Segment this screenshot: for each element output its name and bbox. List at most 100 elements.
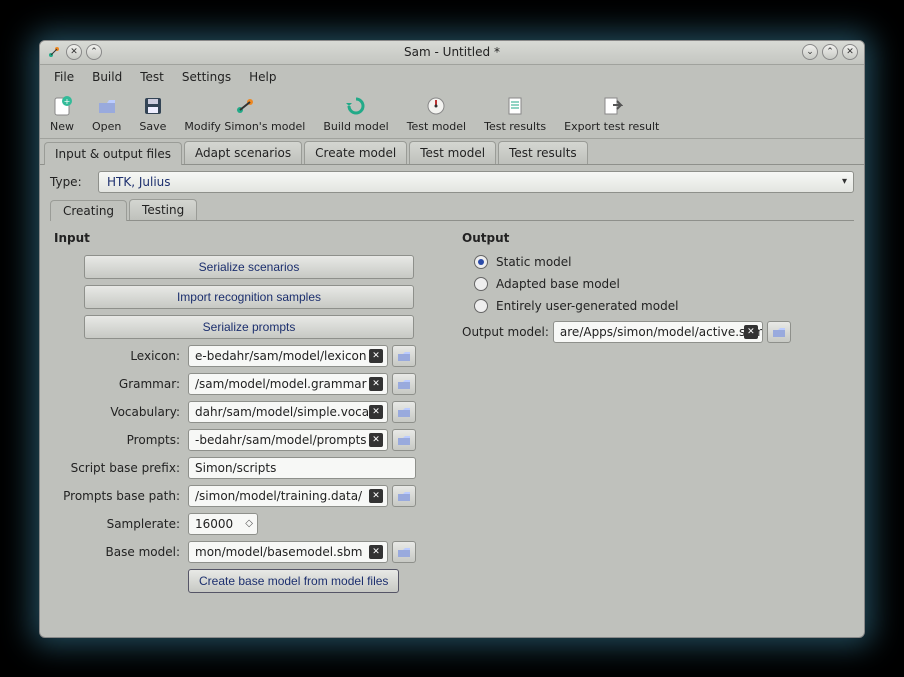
samplerate-spin[interactable]: 16000 — [188, 513, 258, 535]
toolbar-build[interactable]: Build model — [319, 92, 392, 135]
samplerate-label: Samplerate: — [54, 517, 184, 531]
toolbar-new-label: New — [50, 120, 74, 133]
radio-usergen-model[interactable] — [474, 299, 488, 313]
grammar-input[interactable]: /sam/model/model.grammar ✕ — [188, 373, 388, 395]
menu-settings[interactable]: Settings — [174, 67, 239, 87]
import-samples-button[interactable]: Import recognition samples — [84, 285, 414, 309]
titlebar: ✕ ⌃ Sam - Untitled * ⌄ ⌃ ✕ — [40, 41, 864, 65]
save-icon — [141, 94, 165, 118]
toolbar-testmodel[interactable]: Test model — [403, 92, 470, 135]
basemodel-value: mon/model/basemodel.sbm — [195, 545, 362, 559]
subtab-strip: Creating Testing — [50, 199, 854, 221]
output-model-input[interactable]: are/Apps/simon/model/active.sbm ✕ — [553, 321, 763, 343]
grammar-clear-icon[interactable]: ✕ — [369, 377, 383, 391]
lexicon-input[interactable]: e-bedahr/sam/model/lexicon ✕ — [188, 345, 388, 367]
toolbar-modify[interactable]: Modify Simon's model — [180, 92, 309, 135]
serialize-scenarios-button[interactable]: Serialize scenarios — [84, 255, 414, 279]
basemodel-input[interactable]: mon/model/basemodel.sbm ✕ — [188, 541, 388, 563]
prompts-base-browse-button[interactable] — [392, 485, 416, 507]
prompts-base-label: Prompts base path: — [54, 489, 184, 503]
vocabulary-clear-icon[interactable]: ✕ — [369, 405, 383, 419]
folder-icon — [397, 350, 411, 362]
toolbar-export-label: Export test result — [564, 120, 659, 133]
prompts-browse-button[interactable] — [392, 429, 416, 451]
subtab-creating[interactable]: Creating — [50, 200, 127, 221]
prompts-value: -bedahr/sam/model/prompts — [195, 433, 367, 447]
basemodel-clear-icon[interactable]: ✕ — [369, 545, 383, 559]
output-column: Output Static model Adapted base model E… — [462, 231, 850, 599]
script-prefix-input[interactable]: Simon/scripts — [188, 457, 416, 479]
folder-icon — [397, 378, 411, 390]
prompts-clear-icon[interactable]: ✕ — [369, 433, 383, 447]
type-combo[interactable]: HTK, Julius — [98, 171, 854, 193]
window-up-button[interactable]: ⌃ — [86, 44, 102, 60]
prompts-base-input[interactable]: /simon/model/training.data/ ✕ — [188, 485, 388, 507]
output-model-label: Output model: — [462, 325, 549, 339]
subtab-testing[interactable]: Testing — [129, 199, 197, 220]
basemodel-browse-button[interactable] — [392, 541, 416, 563]
input-column: Input Serialize scenarios Import recogni… — [54, 231, 442, 599]
main-window: ✕ ⌃ Sam - Untitled * ⌄ ⌃ ✕ File Build Te… — [39, 40, 865, 638]
tab-io-files[interactable]: Input & output files — [44, 142, 182, 165]
tab-test-results[interactable]: Test results — [498, 141, 588, 164]
prompts-label: Prompts: — [54, 433, 184, 447]
toolbar-build-label: Build model — [323, 120, 388, 133]
vocabulary-browse-button[interactable] — [392, 401, 416, 423]
folder-icon — [397, 434, 411, 446]
prompts-base-value: /simon/model/training.data/ — [195, 489, 362, 503]
create-base-model-button[interactable]: Create base model from model files — [188, 569, 399, 593]
window-menu-button[interactable]: ✕ — [66, 44, 82, 60]
toolbar-modify-label: Modify Simon's model — [184, 120, 305, 133]
main-tab-strip: Input & output files Adapt scenarios Cre… — [40, 139, 864, 165]
output-model-clear-icon[interactable]: ✕ — [744, 325, 758, 339]
modify-icon — [233, 94, 257, 118]
toolbar: + New Open Save Modify Simon's model Bui… — [40, 89, 864, 139]
folder-icon — [772, 326, 786, 338]
prompts-input[interactable]: -bedahr/sam/model/prompts ✕ — [188, 429, 388, 451]
vocabulary-value: dahr/sam/model/simple.voca — [195, 405, 369, 419]
menu-file[interactable]: File — [46, 67, 82, 87]
toolbar-testresults[interactable]: Test results — [480, 92, 550, 135]
tab-test-model[interactable]: Test model — [409, 141, 496, 164]
script-prefix-label: Script base prefix: — [54, 461, 184, 475]
lexicon-value: e-bedahr/sam/model/lexicon — [195, 349, 367, 363]
radio-adapted-label: Adapted base model — [496, 277, 620, 291]
content-area: Type: HTK, Julius Creating Testing Input… — [40, 165, 864, 611]
radio-adapted-model[interactable] — [474, 277, 488, 291]
toolbar-export[interactable]: Export test result — [560, 92, 663, 135]
toolbar-new[interactable]: + New — [46, 92, 78, 135]
tab-create-model[interactable]: Create model — [304, 141, 407, 164]
prompts-base-clear-icon[interactable]: ✕ — [369, 489, 383, 503]
lexicon-clear-icon[interactable]: ✕ — [369, 349, 383, 363]
type-combo-value: HTK, Julius — [107, 175, 171, 189]
output-header: Output — [462, 231, 850, 245]
menu-help[interactable]: Help — [241, 67, 284, 87]
samplerate-value: 16000 — [195, 517, 233, 531]
vocabulary-input[interactable]: dahr/sam/model/simple.voca ✕ — [188, 401, 388, 423]
lexicon-browse-button[interactable] — [392, 345, 416, 367]
folder-icon — [397, 406, 411, 418]
close-button[interactable]: ✕ — [842, 44, 858, 60]
radio-static-model[interactable] — [474, 255, 488, 269]
svg-text:+: + — [64, 97, 71, 106]
grammar-browse-button[interactable] — [392, 373, 416, 395]
toolbar-open[interactable]: Open — [88, 92, 125, 135]
minimize-button[interactable]: ⌄ — [802, 44, 818, 60]
open-icon — [95, 94, 119, 118]
basemodel-label: Base model: — [54, 545, 184, 559]
output-model-value: are/Apps/simon/model/active.sbm — [560, 325, 763, 339]
vocabulary-label: Vocabulary: — [54, 405, 184, 419]
export-icon — [600, 94, 624, 118]
grammar-label: Grammar: — [54, 377, 184, 391]
menu-test[interactable]: Test — [132, 67, 172, 87]
maximize-button[interactable]: ⌃ — [822, 44, 838, 60]
testmodel-icon — [424, 94, 448, 118]
toolbar-save[interactable]: Save — [135, 92, 170, 135]
menubar: File Build Test Settings Help — [40, 65, 864, 89]
toolbar-testresults-label: Test results — [484, 120, 546, 133]
toolbar-testmodel-label: Test model — [407, 120, 466, 133]
menu-build[interactable]: Build — [84, 67, 130, 87]
output-model-browse-button[interactable] — [767, 321, 791, 343]
tab-adapt-scenarios[interactable]: Adapt scenarios — [184, 141, 302, 164]
serialize-prompts-button[interactable]: Serialize prompts — [84, 315, 414, 339]
